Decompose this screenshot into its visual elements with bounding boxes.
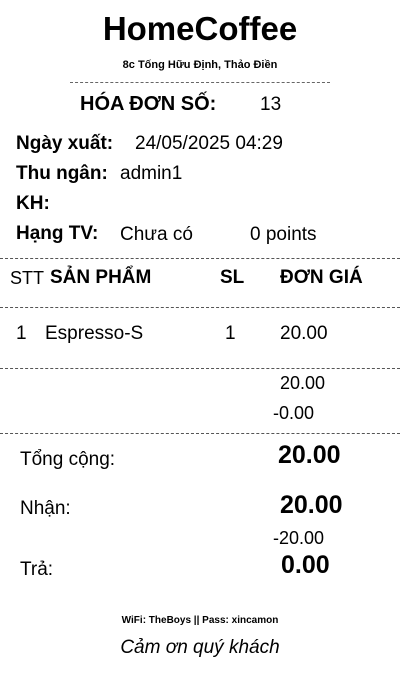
row-price: 20.00 <box>280 323 328 344</box>
discount-value: -0.00 <box>273 403 315 423</box>
cashier-label: Thu ngân: <box>16 163 108 184</box>
subtotal-value: 20.00 <box>280 373 326 393</box>
info-divider <box>0 258 400 259</box>
invoice-number-label: HÓA ĐƠN SỐ: <box>80 93 217 115</box>
cashier-value: admin1 <box>120 163 183 184</box>
table-body-divider <box>0 368 400 369</box>
total-label: Tổng cộng: <box>20 449 116 470</box>
date-label: Ngày xuất: <box>16 133 114 154</box>
store-address: 8c Tống Hữu Định, Thảo Điền <box>122 59 278 71</box>
change-adjust-value: -20.00 <box>273 528 325 548</box>
change-value: 0.00 <box>281 551 330 579</box>
row-qty: 1 <box>225 323 236 344</box>
total-value: 20.00 <box>278 441 341 469</box>
change-label: Trả: <box>20 559 54 580</box>
store-name: HomeCoffee <box>102 10 298 47</box>
invoice-number: 13 <box>260 94 282 115</box>
received-value: 20.00 <box>280 491 343 519</box>
row-stt: 1 <box>16 323 27 344</box>
tier-label: Hạng TV: <box>16 223 99 244</box>
header-divider <box>70 82 330 83</box>
row-product: Espresso-S <box>45 323 144 344</box>
subtotal-divider <box>0 433 400 434</box>
date-value: 24/05/2025 04:29 <box>135 133 283 154</box>
points-value: 0 points <box>250 224 317 245</box>
table-header-divider <box>0 307 400 308</box>
customer-label: KH: <box>16 193 50 214</box>
col-header-price: ĐƠN GIÁ <box>280 267 363 288</box>
col-header-stt: STT <box>10 268 44 288</box>
thank-you-message: Cảm ơn quý khách <box>120 637 280 658</box>
col-header-qty: SL <box>220 267 245 288</box>
tier-value: Chưa có <box>120 224 193 245</box>
received-label: Nhận: <box>20 498 71 519</box>
wifi-info: WiFi: TheBoys || Pass: xincamon <box>121 615 279 626</box>
col-header-product: SẢN PHẨM <box>50 267 152 288</box>
